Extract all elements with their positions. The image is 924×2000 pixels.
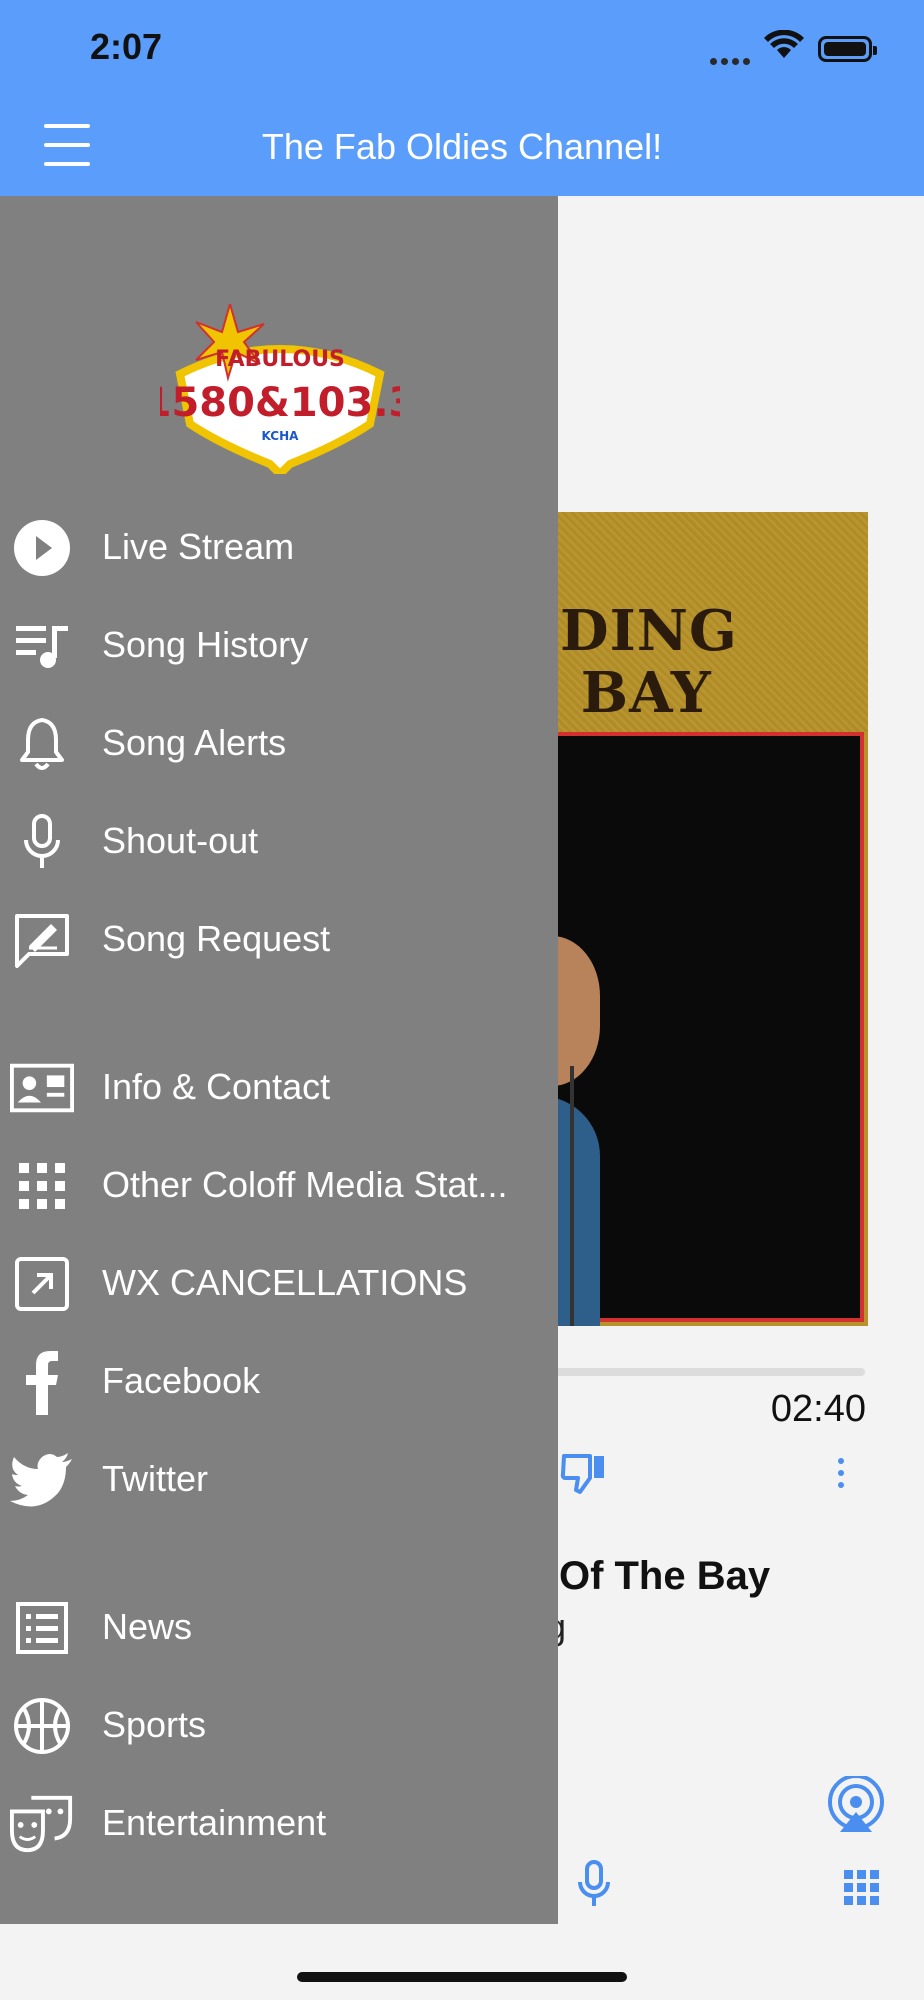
bell-icon xyxy=(10,714,74,774)
drawer-item-label: Other Coloff Media Stat... xyxy=(102,1164,508,1205)
drawer-item-label: Entertainment xyxy=(102,1802,327,1843)
theater-masks-icon xyxy=(10,1794,74,1854)
drawer-item-info-contact[interactable]: Info & Contact xyxy=(0,1048,558,1128)
drawer-item-twitter[interactable]: Twitter xyxy=(0,1440,558,1520)
svg-text:KCHA: KCHA xyxy=(262,429,300,443)
drawer-item-song-history[interactable]: Song History xyxy=(0,606,558,686)
drawer-item-label: Live Stream xyxy=(102,526,295,567)
drawer-item-label: Twitter xyxy=(102,1458,209,1499)
drawer-item-entertainment[interactable]: Entertainment xyxy=(0,1784,558,1864)
drawer-item-other-stations[interactable]: Other Coloff Media Stat... xyxy=(0,1146,558,1226)
drawer-item-wx-cancellations[interactable]: WX CANCELLATIONS xyxy=(0,1244,558,1324)
play-circle-icon xyxy=(10,518,74,578)
external-link-icon xyxy=(10,1254,74,1314)
basketball-icon xyxy=(10,1696,74,1756)
twitter-icon xyxy=(10,1450,74,1510)
microphone-icon xyxy=(10,812,74,872)
drawer-item-label: Sports xyxy=(102,1704,207,1745)
drawer-item-song-request[interactable]: Song Request xyxy=(0,900,558,980)
drawer-item-label: Facebook xyxy=(102,1360,261,1401)
grid-icon xyxy=(10,1156,74,1216)
drawer-item-label: Song Alerts xyxy=(102,722,287,763)
svg-text:FABULOUS: FABULOUS xyxy=(215,347,345,372)
contact-card-icon xyxy=(10,1058,74,1118)
facebook-icon xyxy=(10,1351,74,1415)
navigation-drawer: FABULOUS 1580&103.3 KCHA Live Stream Son… xyxy=(0,196,558,1924)
microphone-button-icon[interactable] xyxy=(576,1860,612,1908)
track-end-time: 02:40 xyxy=(770,1388,866,1430)
home-indicator[interactable] xyxy=(297,1972,627,1982)
more-options-icon[interactable] xyxy=(836,1458,846,1492)
drawer-item-facebook[interactable]: Facebook xyxy=(0,1342,558,1422)
status-time: 2:07 xyxy=(90,26,163,67)
wifi-icon xyxy=(764,30,804,58)
grid-menu-icon[interactable] xyxy=(844,1870,880,1906)
drawer-item-news[interactable]: News xyxy=(0,1588,558,1668)
playlist-icon xyxy=(10,616,74,676)
app-title: The Fab Oldies Channel! xyxy=(261,126,663,167)
thumb-down-icon[interactable] xyxy=(560,1452,608,1496)
status-bar: 2:07 xyxy=(0,0,924,102)
album-text-line1: DING xyxy=(560,598,738,664)
drawer-item-live-stream[interactable]: Live Stream xyxy=(0,508,558,588)
drawer-item-shout-out[interactable]: Shout-out xyxy=(0,802,558,882)
navigation-bar: The Fab Oldies Channel! xyxy=(0,102,924,196)
drawer-item-song-alerts[interactable]: Song Alerts xyxy=(0,704,558,784)
edit-message-icon xyxy=(10,910,74,970)
drawer-item-label: Info & Contact xyxy=(102,1066,331,1107)
station-logo: FABULOUS 1580&103.3 KCHA xyxy=(160,304,400,474)
drawer-item-label: Shout-out xyxy=(102,820,259,861)
drawer-item-label: News xyxy=(102,1606,193,1647)
news-icon xyxy=(10,1598,74,1658)
svg-text:1580&103.3: 1580&103.3 xyxy=(160,380,400,426)
airplay-icon[interactable] xyxy=(826,1776,886,1832)
drawer-item-label: Song History xyxy=(102,624,309,665)
drawer-item-sports[interactable]: Sports xyxy=(0,1686,558,1766)
drawer-item-label: Song Request xyxy=(102,918,331,959)
battery-icon xyxy=(818,36,877,62)
album-mic-stand xyxy=(570,1066,574,1326)
drawer-item-label: WX CANCELLATIONS xyxy=(102,1262,468,1303)
cellular-signal-icon xyxy=(710,52,756,65)
